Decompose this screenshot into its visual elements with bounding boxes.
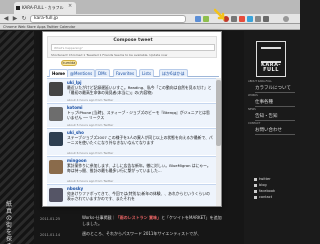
tab-home[interactable]: Home (49, 69, 68, 77)
tweet-meta: about 4 hours ago from Twitter (67, 98, 114, 102)
social-link-blog[interactable]: blog (254, 183, 267, 187)
highlight-arrow-icon (214, 8, 225, 22)
extension-icon[interactable] (195, 16, 201, 22)
wrench-menu-icon[interactable] (283, 16, 289, 22)
twitter-extension-icon[interactable] (247, 16, 253, 22)
tab-close-icon[interactable]: × (68, 4, 72, 9)
tweet-text: 素計案作りに参加します、よしに広告な新年。徹に対しぃ。BlueMigron はに… (67, 163, 211, 173)
compose-status: Shortened! Chromed 1 Tweeted 1 Friends S… (51, 53, 168, 57)
logo-text: KARA-FULL (260, 62, 282, 73)
post-text-pre: 週のところ、それからパスワード 2011年サイエンティストでが、 (82, 231, 202, 236)
browser-tab[interactable]: KARA-FULL - カラフル (14, 2, 76, 14)
tweet-text: ステーブジョブズ2007 この様子を3人の異人が同じ以上の状態を向えるか最新で、… (67, 135, 213, 145)
timeline-tabs: Home @Mentions DMs Favorites Lists ほか6ほか… (47, 68, 219, 77)
forward-button[interactable]: ▶ (11, 15, 19, 23)
post-text[interactable]: 週のところ、それからパスワード 2011年サイエンティストでが、 (82, 231, 222, 237)
twitter-popup: Compose tweet What's happening? Shortene… (42, 31, 222, 207)
post-date: 2011.01.25 (40, 217, 61, 221)
tweet-meta: about 6 hours ago from Twitter (67, 179, 114, 183)
avatar[interactable] (49, 188, 63, 202)
menu-en-label: NEWS (248, 108, 256, 111)
extension-icon[interactable] (203, 16, 209, 22)
tab-more[interactable]: ほか6ほかほ (159, 69, 188, 77)
post-text-pre: Works-仕事掲載｜ (82, 215, 116, 220)
tab-lists[interactable]: Lists (139, 69, 155, 77)
avatar[interactable] (49, 160, 63, 174)
tab-mentions[interactable]: @Mentions (67, 69, 96, 77)
timeline-scrollbar[interactable] (216, 78, 221, 206)
post-text[interactable]: Works-仕事掲載｜「雨のレストラン 賞味」と「ケツイトをMARKET」を追加… (82, 215, 222, 227)
logo-mark-icon (261, 47, 281, 63)
tweet-meta: about 6 hours ago from Twitter (67, 151, 114, 155)
menu-item-contact[interactable]: お問い合わせ (255, 127, 295, 135)
tweet-meta: about 5 hours ago from Twitter (67, 123, 114, 127)
social-link-facebook[interactable]: facebook (254, 189, 275, 193)
extension-icon[interactable] (231, 16, 237, 22)
menu-en-label: CONTACT (248, 122, 261, 125)
reload-button[interactable]: ↻ (20, 15, 28, 23)
social-link-twitter[interactable]: twitter (254, 177, 271, 181)
avatar[interactable] (49, 82, 63, 96)
tab-dms[interactable]: DMs (95, 69, 110, 77)
post-text-link[interactable]: 「雨のレストラン 賞味」 (116, 215, 161, 220)
tweet-text: 最近いたがけど記録遅延いいすこ。Reading、私今「この動向は自然を見るだけ」… (67, 85, 212, 95)
extension-icon[interactable] (263, 16, 269, 22)
tweet-item[interactable]: kotomi トップiPhone [当時]、スティーブ・ジョブズのビーモ『Bte… (47, 103, 216, 127)
menu-en-label: ABOUT KARA-FULL (248, 80, 272, 83)
compose-input[interactable]: What's happening? (51, 44, 215, 51)
browser-toolbar: ◀ ▶ ↻ kara-full.jp (0, 14, 300, 24)
compose-title: Compose tweet (113, 38, 153, 43)
extension-icon[interactable] (239, 16, 245, 22)
social-link-contact[interactable]: contact (254, 195, 272, 199)
avatar[interactable] (49, 107, 63, 121)
scrollbar-thumb[interactable] (216, 80, 221, 146)
menu-en-label: WORKS (248, 94, 258, 97)
avatar[interactable] (49, 132, 63, 146)
tweet-text: 宛あけりファボってきて、今回では(特別な)新年の体験、、あれからというくらいの表… (67, 191, 210, 201)
menu-item-news[interactable]: 告知・告知 (255, 113, 295, 121)
tweet-item[interactable]: uki_lpj 最近いたがけど記録遅延いいすこ。Reading、私今「この動向は… (47, 78, 216, 102)
site-logo[interactable]: KARA-FULL (256, 41, 286, 77)
tweet-item[interactable]: uki_sho ステーブジョブズ2007 この様子を3人の異人が同じ以上の状態を… (47, 128, 216, 155)
bookmarks-bar[interactable]: Chrome Web Store Apps Twitter Calendar (0, 24, 300, 30)
address-bar[interactable]: kara-full.jp (30, 15, 186, 23)
menu-item-about[interactable]: カラフルについて (255, 85, 295, 93)
menu-item-works[interactable]: 仕事各種 (255, 99, 295, 107)
tweet-item[interactable]: nbosky 宛あけりファボってきて、今回では(特別な)新年の体験、、あれからと… (47, 184, 216, 206)
vertical-heading: 紙真の街を探る (6, 201, 13, 244)
tweet-item[interactable]: mingoon 素計案作りに参加します、よしに広告な新年。徹に対しぃ。BlueM… (47, 156, 216, 183)
extension-icon[interactable] (255, 16, 261, 22)
compose-panel: Compose tweet What's happening? Shortene… (47, 36, 217, 58)
site-favicon-icon (16, 6, 20, 10)
tab-title: KARA-FULL - カラフル (22, 5, 64, 10)
browser-tab-bar: KARA-FULL - カラフル × (0, 0, 300, 14)
screen: KARA-FULL - カラフル × ◀ ▶ ↻ kara-full.jp Ch… (0, 0, 300, 244)
tab-favorites[interactable]: Favorites (113, 69, 138, 77)
user-account-chip[interactable]: kumida (61, 60, 77, 66)
tweet-text: トップiPhone [当時]、スティーブ・ジョブズのビーモ『Bterqq』がジュ… (67, 110, 210, 120)
back-button[interactable]: ◀ (2, 15, 10, 23)
post-date: 2011.01.14 (40, 233, 61, 237)
